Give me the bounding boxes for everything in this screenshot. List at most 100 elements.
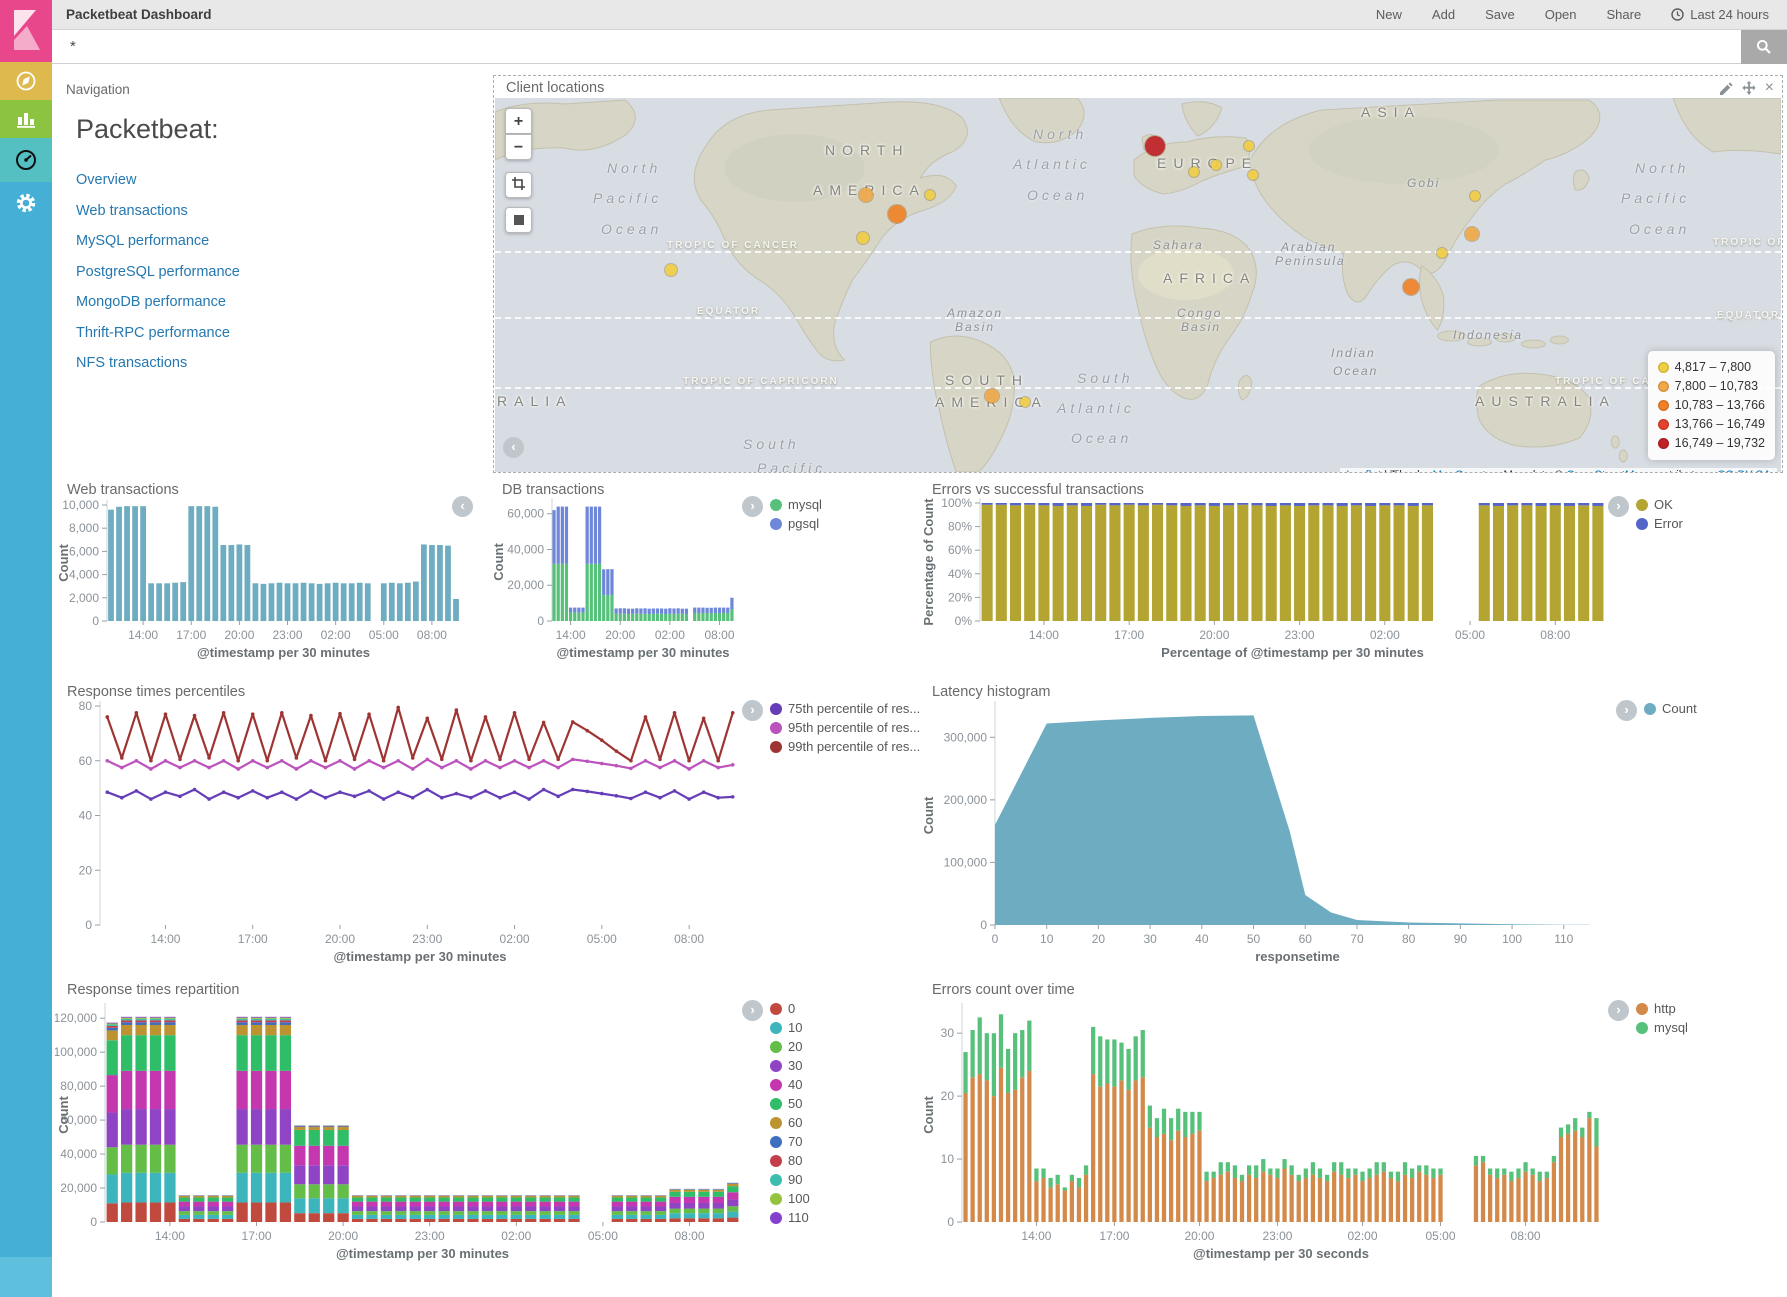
attribution-link[interactable]: Leaflet [1346,470,1381,472]
kibana-logo[interactable] [0,0,52,62]
legend-toggle[interactable]: › [742,1000,763,1021]
client-location-dot[interactable] [1145,136,1165,156]
legend-series-dot [770,1060,782,1072]
nav-link-mysql-performance[interactable]: MySQL performance [76,233,209,249]
sidebar-tab-settings[interactable] [0,182,52,1297]
menu-new[interactable]: New [1376,7,1402,22]
time-picker[interactable]: Last 24 hours [1671,7,1769,22]
map-panel-actions: × [1720,81,1774,95]
attribution-link[interactable]: MapQuest [1432,470,1485,472]
errors-count-over-time-chart[interactable]: 0102030Count@timestamp per 30 seconds14:… [920,978,1610,1270]
legend-series-label: 50 [788,1097,802,1110]
legend-item[interactable]: 40 [770,1078,810,1091]
legend-item[interactable]: 70 [770,1135,810,1148]
client-location-dot[interactable] [1403,279,1419,295]
latency-histogram-chart[interactable]: 0100,000200,000300,000Countresponsetime0… [920,680,1610,972]
attribution-link[interactable]: CC-BY-SA [1717,470,1771,472]
legend-item[interactable]: 50 [770,1097,810,1110]
svg-text:20: 20 [941,1089,955,1103]
client-location-dot[interactable] [985,389,999,403]
menu-add[interactable]: Add [1432,7,1455,22]
legend-item[interactable]: 60 [770,1116,810,1129]
legend-item[interactable]: 99th percentile of res... [770,740,920,753]
errors-vs-successful-chart[interactable]: 0%20%40%60%80%100%Percentage of CountPer… [920,478,1615,678]
client-location-dot[interactable] [1465,227,1479,241]
svg-text:08:00: 08:00 [417,628,447,642]
search-button[interactable] [1741,30,1787,64]
legend-item[interactable]: 100 [770,1192,810,1205]
menu-save[interactable]: Save [1485,7,1515,22]
sidebar-tab-discover[interactable] [0,62,52,100]
sidebar-tab-visualize[interactable] [0,100,52,138]
nav-link-overview[interactable]: Overview [76,172,136,188]
legend-item[interactable]: pgsql [770,517,822,530]
legend-item[interactable]: 10 [770,1021,810,1034]
legend-item[interactable]: mysql [1636,1021,1688,1034]
nav-link-nfs-transactions[interactable]: NFS transactions [76,355,187,371]
nav-link-postgresql-performance[interactable]: PostgreSQL performance [76,264,240,280]
client-location-dot[interactable] [857,232,869,244]
legend-item[interactable]: 30 [770,1059,810,1072]
legend-toggle[interactable]: › [1608,496,1629,517]
legend-item[interactable]: http [1636,1002,1688,1015]
nav-link-thrift-rpc-performance[interactable]: Thrift-RPC performance [76,325,230,341]
attribution-link[interactable]: OpenStreetMap [1566,470,1647,472]
db-transactions-chart[interactable]: 020,00040,00060,000Count@timestamp per 3… [490,478,745,678]
legend-item[interactable]: mysql [770,498,822,511]
client-location-dot[interactable] [1020,397,1030,407]
legend-item[interactable]: 110 [770,1211,810,1224]
world-map[interactable]: NORTHAMERICAEUROPEASIAAFRICASOUTHAMERICA… [495,98,1781,472]
legend-item[interactable]: OK [1636,498,1683,511]
legend-toggle[interactable]: › [742,700,763,721]
map-legend-dot [1658,438,1669,449]
legend-toggle[interactable]: › [1608,1000,1629,1021]
sidebar-tab-dashboard[interactable] [0,138,52,182]
legend-toggle[interactable]: › [1616,700,1637,721]
move-icon[interactable] [1742,81,1756,95]
close-icon[interactable]: × [1765,82,1774,94]
legend-toggle[interactable]: › [742,496,763,517]
map-legend-toggle[interactable]: ‹ [503,437,524,458]
legend-item[interactable]: 80 [770,1154,810,1167]
legend-item[interactable]: 95th percentile of res... [770,721,920,734]
client-location-dot[interactable] [1248,170,1258,180]
client-location-dot[interactable] [665,264,677,276]
zoom-in-button[interactable]: + [505,108,532,134]
client-location-dot[interactable] [1189,167,1199,177]
client-location-dot[interactable] [1437,248,1447,258]
legend-item[interactable]: 90 [770,1173,810,1186]
legend-item[interactable]: 0 [770,1002,810,1015]
attribution-text: — Map data © [1486,470,1567,472]
legend-item[interactable]: 20 [770,1040,810,1053]
legend-series-label: http [1654,1002,1676,1015]
menu-share[interactable]: Share [1607,7,1642,22]
edit-icon[interactable] [1720,82,1733,95]
client-location-dot[interactable] [1244,141,1254,151]
client-location-dot[interactable] [925,190,935,200]
map-land-shapes [495,98,1781,472]
stop-button[interactable] [505,207,532,233]
client-location-dot[interactable] [1211,160,1221,170]
nav-link-web-transactions[interactable]: Web transactions [76,203,188,219]
legend-item[interactable]: 75th percentile of res... [770,702,920,715]
client-location-dot[interactable] [1470,191,1480,201]
svg-text:110: 110 [1554,932,1573,946]
svg-text:0: 0 [992,932,999,946]
legend-toggle[interactable]: ‹ [452,496,473,517]
legend-item[interactable]: Error [1636,517,1683,530]
legend-item[interactable]: Count [1644,702,1697,715]
legend-series-dot [1636,1003,1648,1015]
zoom-out-button[interactable]: − [505,134,532,160]
sidebar-footer-button[interactable] [0,1257,52,1297]
svg-text:0: 0 [92,614,99,628]
client-location-dot[interactable] [859,188,873,202]
crop-tool-button[interactable] [505,172,532,198]
response-times-repartition-chart[interactable]: 020,00040,00060,00080,000100,000120,000C… [55,978,745,1270]
client-location-dot[interactable] [888,205,906,223]
svg-text:05:00: 05:00 [587,932,617,946]
web-transactions-chart[interactable]: 02,0004,0006,0008,00010,000Count@timesta… [55,478,480,678]
menu-open[interactable]: Open [1545,7,1577,22]
response-times-percentiles-chart[interactable]: 020406080@timestamp per 30 minutes14:001… [55,680,745,972]
search-input[interactable] [52,30,1741,63]
nav-link-mongodb-performance[interactable]: MongoDB performance [76,294,226,310]
